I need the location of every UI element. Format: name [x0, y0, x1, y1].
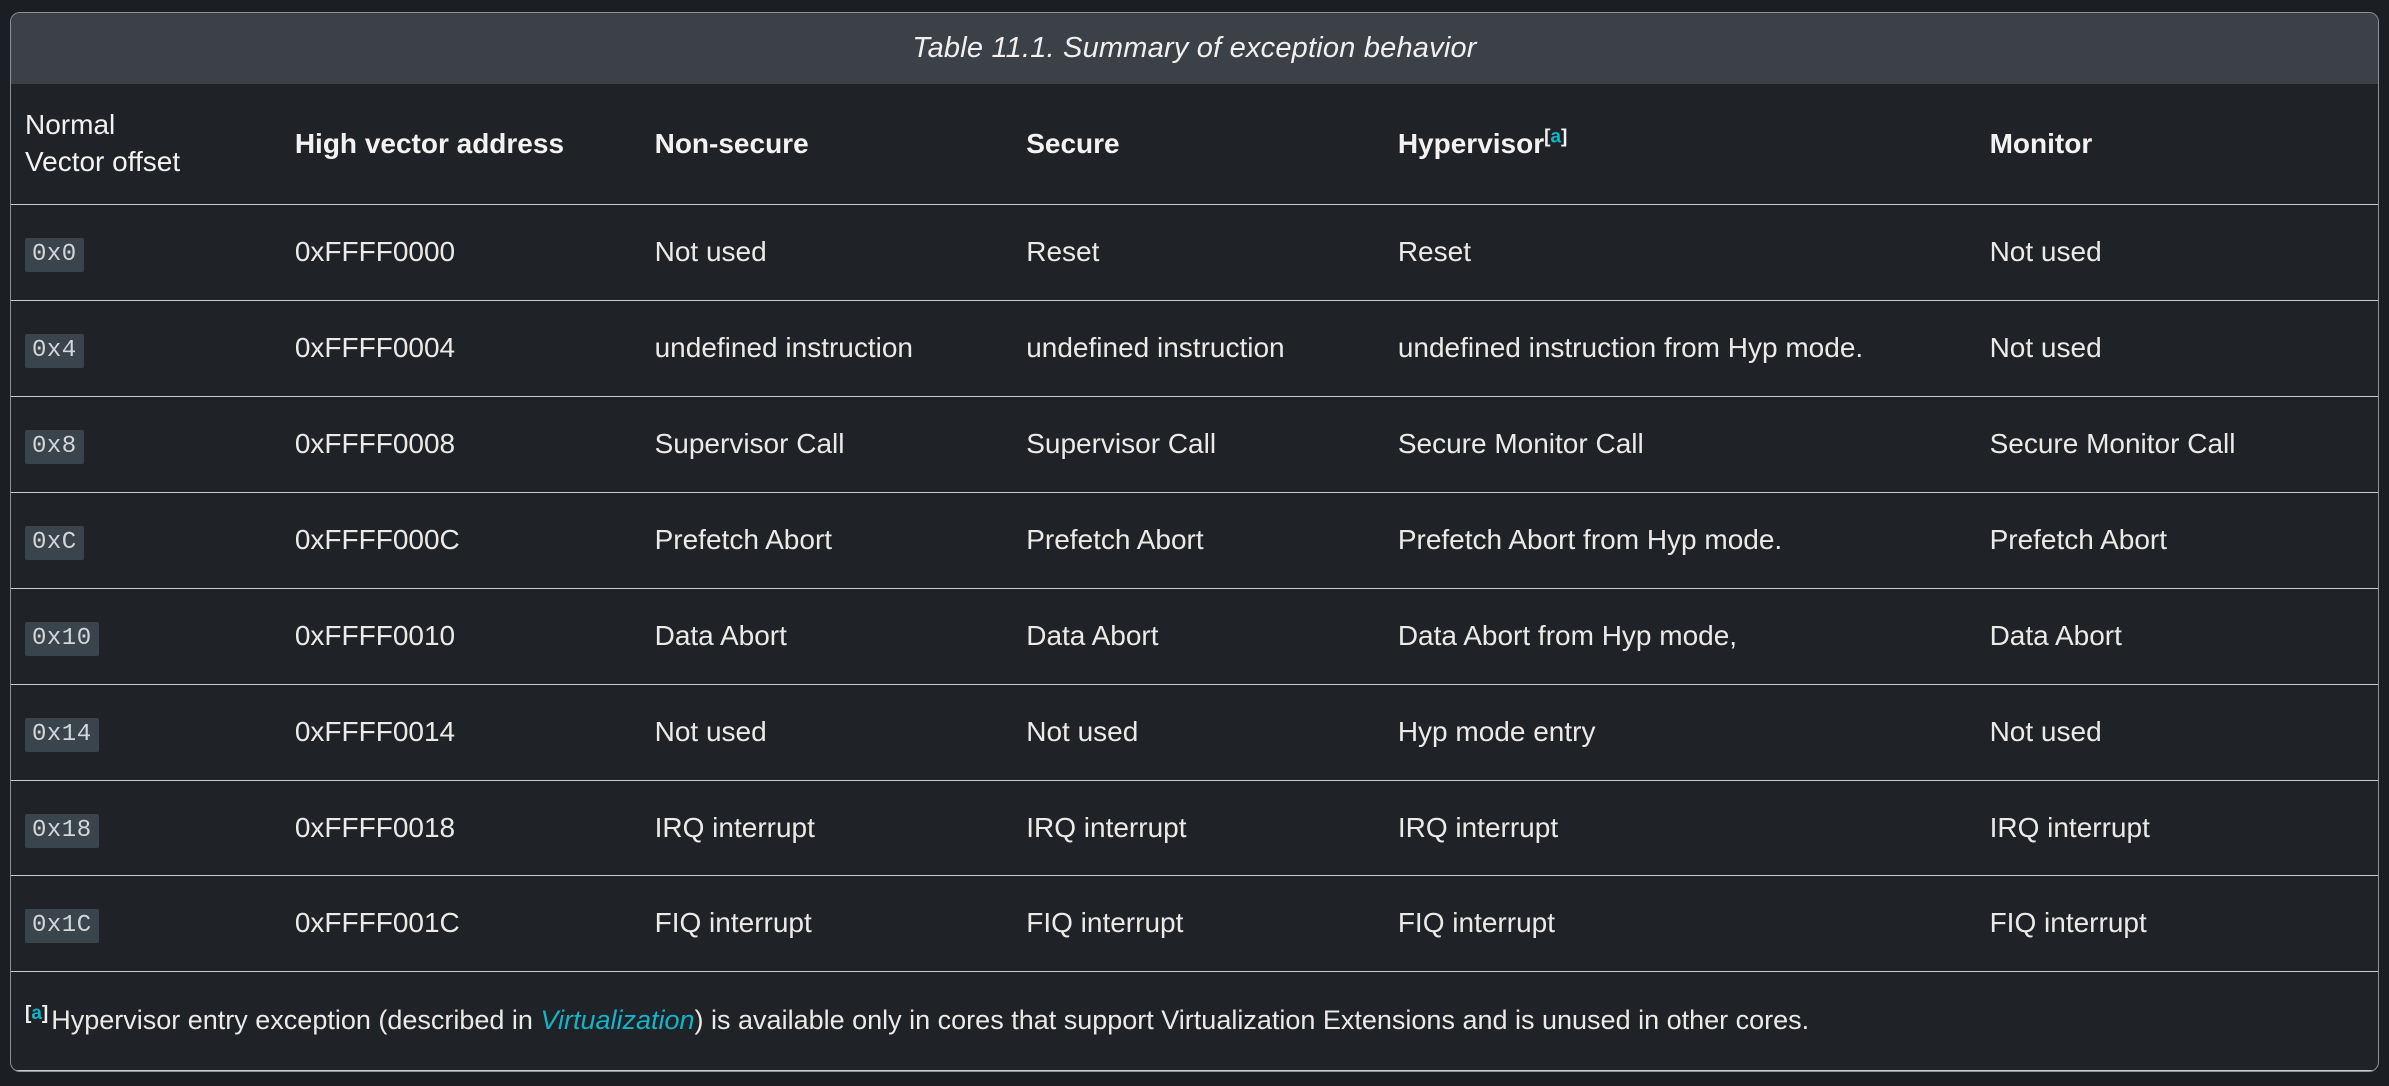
header-label: High vector address: [294, 127, 565, 159]
cell-hypervisor: Secure Monitor Call: [1383, 396, 1976, 494]
cell-hypervisor: Hyp mode entry: [1383, 684, 1976, 781]
cell-monitor: Prefetch Abort: [1975, 492, 2378, 589]
table-row: 0x8 0xFFFF0008 Supervisor Call Superviso…: [11, 396, 2378, 494]
offset-code-chip: 0x14: [25, 717, 99, 752]
cell-hypervisor: FIQ interrupt: [1383, 875, 1976, 973]
header-label: Monitor: [1989, 127, 2093, 159]
cell-non-secure: Supervisor Call: [640, 396, 1013, 494]
cell-high-vector-address: 0xFFFF0004: [280, 300, 641, 398]
cell-non-secure: Not used: [640, 684, 1013, 781]
table-row: 0xC 0xFFFF000C Prefetch Abort Prefetch A…: [11, 492, 2378, 589]
column-header-hypervisor: Hypervisor[a]: [1383, 84, 1976, 206]
cell-non-secure: FIQ interrupt: [640, 875, 1013, 973]
column-header-non-secure: Non-secure: [640, 84, 1013, 206]
footnote-cell: [a] Hypervisor entry exception (described…: [11, 971, 2378, 1071]
cell-high-vector-address: 0xFFFF0014: [280, 684, 641, 781]
virtualization-link[interactable]: Virtualization: [540, 1005, 694, 1035]
cell-monitor: Data Abort: [1975, 588, 2378, 685]
cell-secure: IRQ interrupt: [1012, 780, 1384, 877]
cell-hypervisor: Prefetch Abort from Hyp mode.: [1383, 492, 1976, 589]
offset-code-chip: 0xC: [25, 525, 84, 560]
cell-monitor: IRQ interrupt: [1975, 780, 2378, 877]
table-row: 0x4 0xFFFF0004 undefined instruction und…: [11, 300, 2378, 398]
cell-non-secure: Prefetch Abort: [640, 492, 1013, 589]
cell-monitor: Secure Monitor Call: [1975, 396, 2378, 494]
cell-high-vector-address: 0xFFFF001C: [280, 875, 641, 973]
offset-code-chip: 0x10: [25, 621, 99, 656]
cell-vector-offset: 0x1C: [11, 875, 281, 973]
table-head: Normal Vector offset High vector address…: [11, 84, 2378, 206]
cell-monitor: FIQ interrupt: [1975, 875, 2378, 973]
page-root: Table 11.1. Summary of exception behavio…: [0, 0, 2389, 1086]
cell-non-secure: Not used: [640, 204, 1013, 302]
cell-secure: Supervisor Call: [1012, 396, 1384, 494]
cell-monitor: Not used: [1975, 300, 2378, 398]
header-label: Secure: [1026, 127, 1120, 159]
cell-vector-offset: 0x8: [11, 396, 281, 494]
cell-secure: Not used: [1012, 684, 1384, 781]
table-row: 0x1C 0xFFFF001C FIQ interrupt FIQ interr…: [11, 875, 2378, 973]
offset-code-chip: 0x1C: [25, 909, 99, 944]
table-container: Table 11.1. Summary of exception behavio…: [10, 12, 2379, 1072]
cell-monitor: Not used: [1975, 204, 2378, 302]
cell-hypervisor: Data Abort from Hyp mode,: [1383, 588, 1976, 685]
cell-high-vector-address: 0xFFFF0008: [280, 396, 641, 494]
header-row: Normal Vector offset High vector address…: [11, 84, 2378, 206]
footnote-row: [a] Hypervisor entry exception (described…: [11, 971, 2378, 1071]
cell-high-vector-address: 0xFFFF000C: [280, 492, 641, 589]
footnote-marker-a: [a]: [25, 1002, 49, 1024]
cell-monitor: Not used: [1975, 684, 2378, 781]
header-label: Non-secure: [654, 127, 809, 159]
cell-secure: Prefetch Abort: [1012, 492, 1384, 589]
cell-hypervisor: IRQ interrupt: [1383, 780, 1976, 877]
column-header-normal-vector-offset: Normal Vector offset: [11, 84, 281, 206]
footnote-marker-letter: a: [1550, 126, 1562, 148]
cell-vector-offset: 0x4: [11, 300, 281, 398]
column-header-high-vector-address: High vector address: [280, 84, 641, 206]
table-caption: Table 11.1. Summary of exception behavio…: [11, 13, 2378, 84]
cell-secure: Data Abort: [1012, 588, 1384, 685]
footnote-marker-letter: a: [31, 1002, 42, 1024]
cell-high-vector-address: 0xFFFF0010: [280, 588, 641, 685]
cell-vector-offset: 0x18: [11, 780, 281, 877]
cell-non-secure: Data Abort: [640, 588, 1013, 685]
cell-vector-offset: 0x10: [11, 588, 281, 685]
cell-hypervisor: undefined instruction from Hyp mode.: [1383, 300, 1976, 398]
cell-high-vector-address: 0xFFFF0000: [280, 204, 641, 302]
column-header-secure: Secure: [1012, 84, 1384, 206]
table-row: 0x14 0xFFFF0014 Not used Not used Hyp mo…: [11, 684, 2378, 781]
footnote-text-after: ) is available only in cores that suppor…: [694, 1004, 1810, 1035]
table-row: 0x18 0xFFFF0018 IRQ interrupt IRQ interr…: [11, 780, 2378, 877]
cell-non-secure: IRQ interrupt: [640, 780, 1013, 877]
offset-code-chip: 0x4: [25, 334, 84, 369]
offset-code-chip: 0x18: [25, 813, 99, 848]
cell-secure: Reset: [1012, 204, 1384, 302]
cell-secure: undefined instruction: [1012, 300, 1384, 398]
header-line-2: Vector offset: [25, 146, 181, 178]
table-body: 0x0 0xFFFF0000 Not used Reset Reset Not …: [11, 204, 2378, 1071]
header-label: Hypervisor: [1397, 127, 1545, 159]
offset-code-chip: 0x0: [25, 238, 84, 273]
cell-secure: FIQ interrupt: [1012, 875, 1384, 973]
footnote-text-before: Hypervisor entry exception (described in: [51, 1004, 541, 1035]
cell-vector-offset: 0xC: [11, 492, 281, 589]
cell-vector-offset: 0x0: [11, 204, 281, 302]
table-row: 0x10 0xFFFF0010 Data Abort Data Abort Da…: [11, 588, 2378, 685]
cell-non-secure: undefined instruction: [640, 300, 1013, 398]
cell-high-vector-address: 0xFFFF0018: [280, 780, 641, 877]
cell-vector-offset: 0x14: [11, 684, 281, 781]
header-line-1: Normal: [25, 109, 116, 140]
cell-hypervisor: Reset: [1383, 204, 1976, 302]
footnote-reference-a[interactable]: [a]: [1544, 126, 1567, 147]
exception-behavior-table: Normal Vector offset High vector address…: [11, 84, 2378, 1071]
table-row: 0x0 0xFFFF0000 Not used Reset Reset Not …: [11, 204, 2378, 302]
offset-code-chip: 0x8: [25, 430, 84, 465]
column-header-monitor: Monitor: [1975, 84, 2378, 206]
